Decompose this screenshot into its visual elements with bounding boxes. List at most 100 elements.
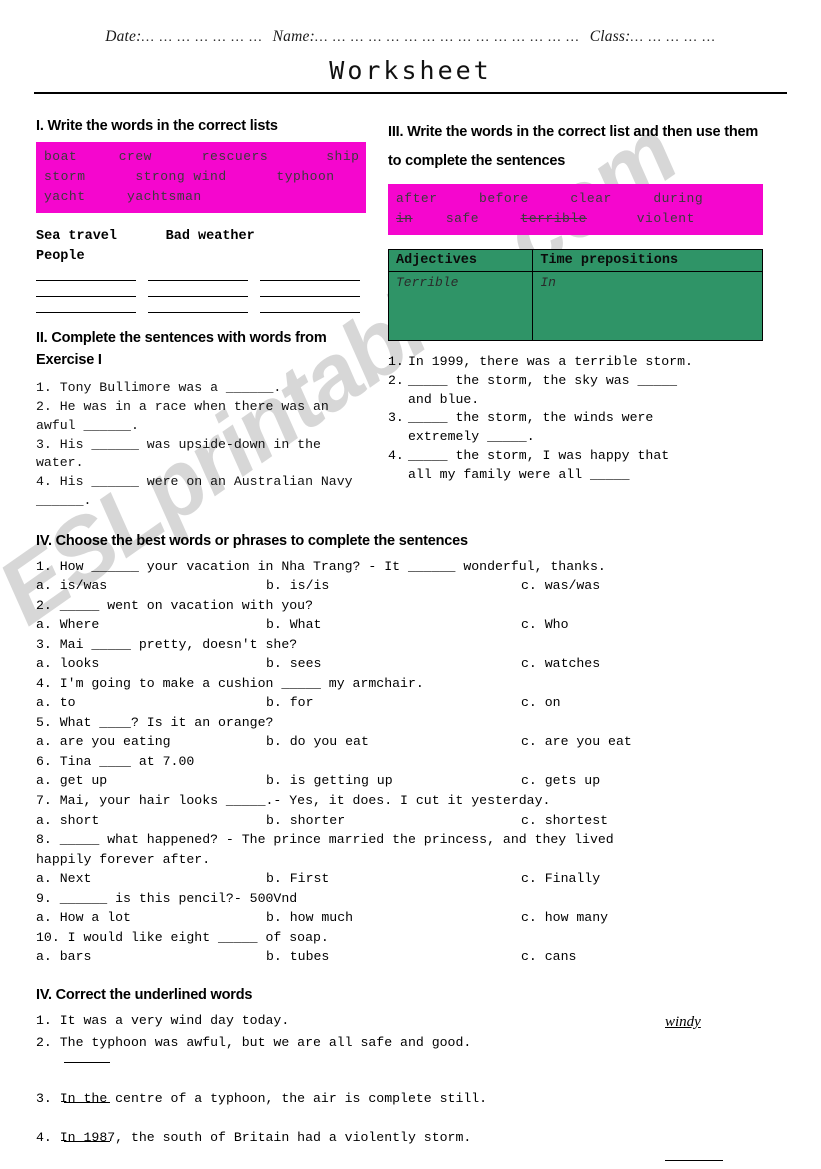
exercise-1-list-headers: Sea travel Bad weather People [36, 229, 255, 264]
option-b[interactable]: b. shorter [266, 811, 521, 831]
option-c[interactable]: c. gets up [521, 771, 785, 791]
option-b[interactable]: b. First [266, 869, 521, 889]
correction-item: 3. In the centre of a typhoon, the air i… [36, 1062, 785, 1109]
correction-answer[interactable]: windy [647, 1011, 785, 1034]
table-header-adjectives: Adjectives [387, 249, 534, 273]
item-number: 3. [388, 410, 404, 426]
answer-blank[interactable] [64, 1101, 110, 1113]
wordbank-row: in safe terrible violent [396, 209, 755, 229]
answer-word: windy [665, 1013, 701, 1030]
correction-sentence: 1. It was a very wind day today. [36, 1011, 647, 1031]
option-b[interactable]: b. tubes [266, 947, 521, 967]
question-prompt: 8. _____ what happened? - The prince mar… [36, 832, 614, 867]
wordbank-row: yacht yachtsman [44, 189, 202, 205]
answer-blank[interactable] [36, 279, 136, 281]
correction-item: 4. In 1987, the south of Britain had a v… [36, 1101, 785, 1149]
option-b[interactable]: b. What [266, 615, 521, 635]
item-text: _____ the storm, the winds were extremel… [408, 410, 654, 445]
option-b[interactable]: b. is getting up [266, 771, 521, 791]
option-a[interactable]: a. looks [36, 654, 266, 674]
option-c[interactable]: c. shortest [521, 811, 785, 831]
table-header-time-prepositions: Time prepositions [532, 249, 763, 273]
document-header: Date:… … … … … … … Name:… … … … … … … … …… [0, 0, 821, 94]
exercise-3-wordbank: after before clear during in safe terrib… [388, 184, 763, 236]
answer-blank[interactable] [260, 279, 360, 281]
item-number: 4. [388, 447, 404, 463]
question-prompt: 4. I'm going to make a cushion _____ my … [36, 675, 424, 691]
table-header-row: Adjectives Time prepositions [387, 249, 763, 273]
underlined-answer: terrible [574, 354, 638, 370]
exercise-1-heading: I. Write the words in the correct lists [36, 118, 278, 134]
exercise-4-heading: IV. Choose the best words or phrases to … [36, 532, 468, 549]
item-text: In 1999, there was a terrible storm. [408, 354, 693, 370]
option-b[interactable]: b. how much [266, 908, 521, 928]
correction-answer[interactable] [647, 1148, 785, 1168]
question-prompt: 3. Mai _____ pretty, doesn't she? [36, 636, 298, 652]
item-number: 2. [36, 1035, 52, 1051]
sentence-after: still. [431, 1090, 488, 1106]
option-a[interactable]: a. get up [36, 771, 266, 791]
answer-blank[interactable] [148, 279, 248, 281]
option-c[interactable]: c. on [521, 693, 785, 713]
option-a[interactable]: a. are you eating [36, 732, 266, 752]
option-c[interactable]: c. how many [521, 908, 785, 928]
table-cell-adjective[interactable]: Terrible [387, 271, 534, 342]
option-a[interactable]: a. Where [36, 615, 266, 635]
answer-blank-row [36, 295, 366, 297]
question-options: a. short b. shorter c. shortest [36, 811, 785, 831]
option-c[interactable]: c. watches [521, 654, 785, 674]
table-row: Terrible In [387, 271, 763, 342]
answer-blank[interactable] [64, 1062, 110, 1073]
option-c[interactable]: c. are you eat [521, 732, 785, 752]
answer-blank-row [36, 311, 366, 313]
identity-line: Date:… … … … … … … Name:… … … … … … … … …… [0, 28, 821, 46]
table-cell-preposition[interactable]: In [532, 271, 763, 342]
option-a[interactable]: a. bars [36, 947, 266, 967]
sentence-after: day today. [202, 1012, 290, 1028]
option-a[interactable]: a. How a lot [36, 908, 266, 928]
question-prompt: 1. How ______ your vacation in Nha Trang… [36, 558, 606, 574]
option-a[interactable]: a. to [36, 693, 266, 713]
class-label: Class: [589, 28, 631, 45]
answer-blank[interactable] [36, 311, 136, 313]
question-prompt: 10. I would like eight _____ of soap. [36, 929, 329, 945]
exercise-2-item: 4. His ______ were on an Australian Navy… [36, 474, 361, 508]
question-options: a. Where b. What c. Who [36, 615, 785, 635]
option-c[interactable]: c. Finally [521, 869, 785, 889]
answer-blank[interactable] [665, 1148, 723, 1162]
sentence-after: . [463, 1035, 472, 1051]
answer-blank[interactable] [148, 311, 248, 313]
option-c[interactable]: c. cans [521, 947, 785, 967]
option-c[interactable]: c. Who [521, 615, 785, 635]
option-b[interactable]: b. is/is [266, 576, 521, 596]
answer-blank[interactable] [36, 295, 136, 297]
option-a[interactable]: a. short [36, 811, 266, 831]
answer-blank[interactable] [260, 295, 360, 297]
wordbank-word: violent [586, 211, 695, 227]
option-b[interactable]: b. for [266, 693, 521, 713]
answer-blank[interactable] [260, 311, 360, 313]
item-number: 1. [36, 1012, 52, 1028]
option-a[interactable]: a. is/was [36, 576, 266, 596]
sentence-before: The typhoon was awful, but we are all sa… [59, 1035, 432, 1051]
option-b[interactable]: b. do you eat [266, 732, 521, 752]
name-label: Name: [272, 28, 315, 45]
exercise-5: IV. Correct the underlined words 1. It w… [0, 987, 821, 1169]
question-options: a. How a lot b. how much c. how many [36, 908, 785, 928]
answer-blank[interactable] [64, 1141, 110, 1152]
answer-blank[interactable] [148, 295, 248, 297]
item-number: 1. [388, 354, 404, 370]
option-b[interactable]: b. sees [266, 654, 521, 674]
wordbank-word-struck: terrible [520, 211, 587, 227]
option-c[interactable]: c. was/was [521, 576, 785, 596]
exercise-2-heading: II. Complete the sentences with words fr… [36, 329, 327, 369]
exercise-2-item: 2. He was in a race when there was an aw… [36, 399, 337, 433]
option-a[interactable]: a. Next [36, 869, 266, 889]
underlined-word: good [431, 1035, 464, 1051]
list-item: 2. _____ the storm, the sky was _____ an… [388, 372, 763, 409]
wordbank-word-struck: in [396, 211, 413, 227]
correction-sentence: 2. The typhoon was awful, but we are all… [36, 1033, 647, 1053]
wordbank-row: after before clear during [396, 191, 704, 206]
exercise-2-item: 3. His ______ was upside-down in the wat… [36, 436, 329, 471]
